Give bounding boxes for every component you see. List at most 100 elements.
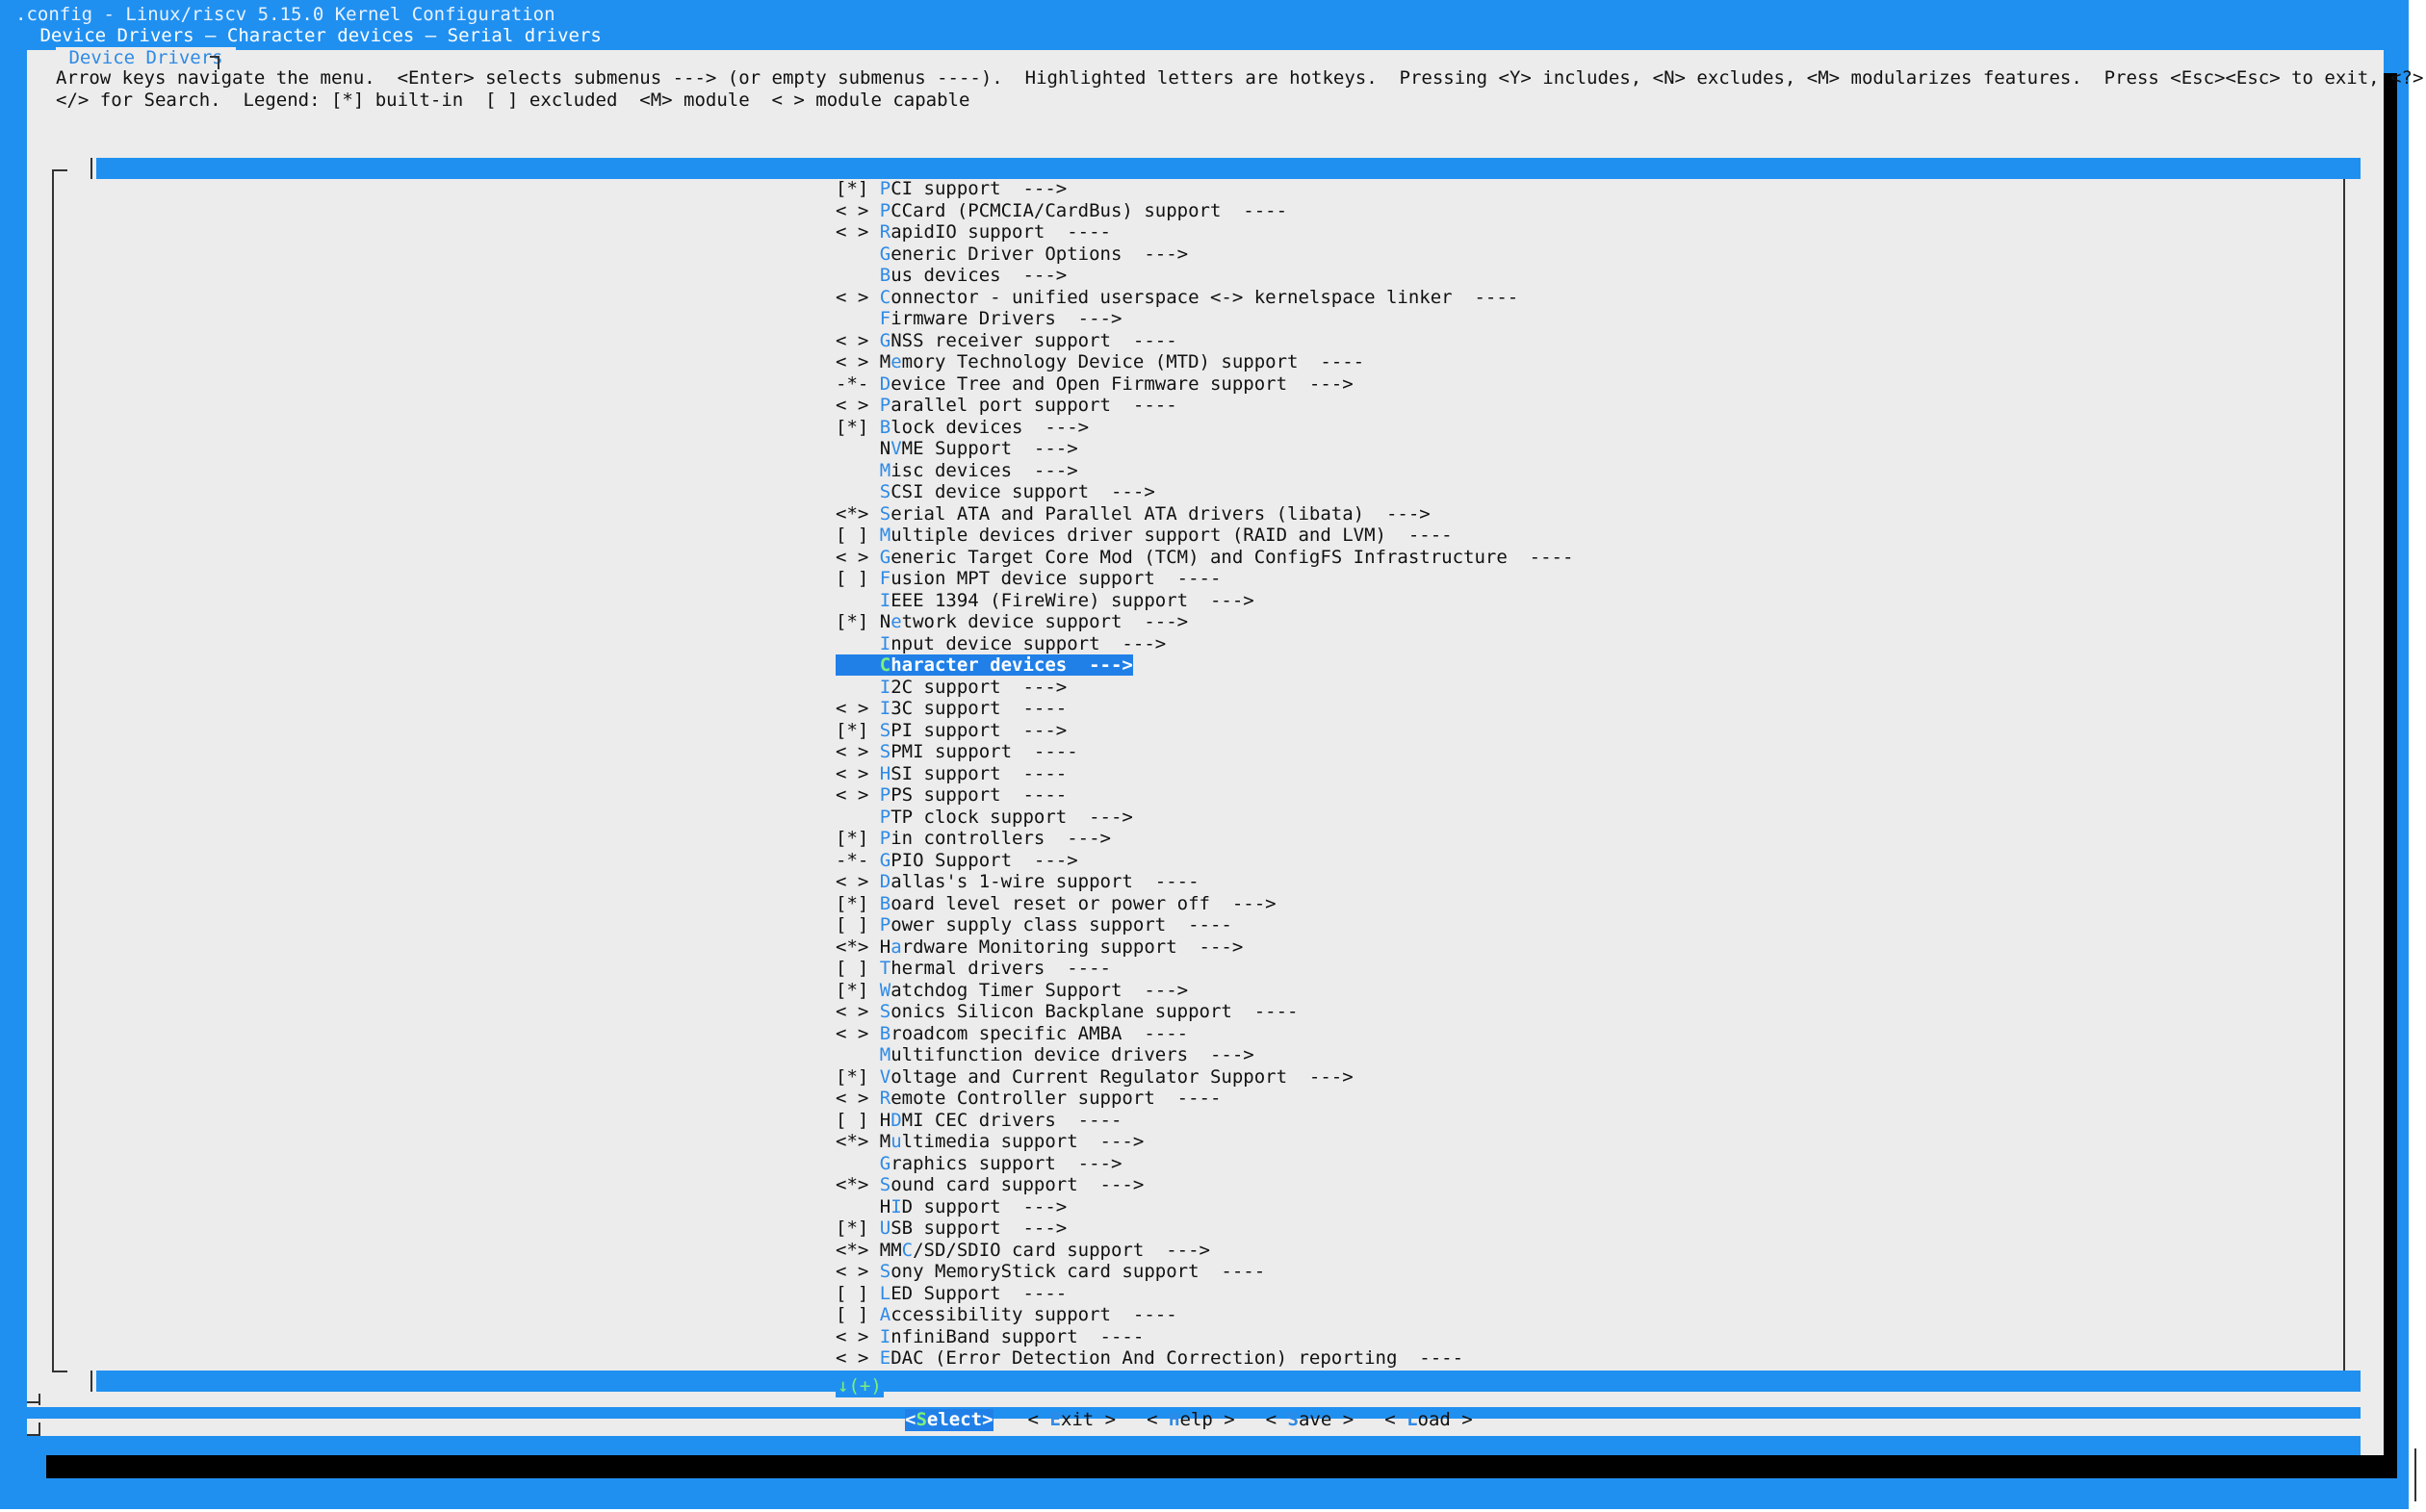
menu-item[interactable]: Misc devices ---> bbox=[836, 460, 1573, 482]
menu-item[interactable]: < > Broadcom specific AMBA ---- bbox=[836, 1023, 1573, 1045]
menu-item[interactable]: < > Connector - unified userspace <-> ke… bbox=[836, 287, 1573, 309]
menu-item[interactable]: SCSI device support ---> bbox=[836, 481, 1573, 503]
menu-item[interactable]: < > Remote Controller support ---- bbox=[836, 1088, 1573, 1110]
select-button[interactable]: <Select> bbox=[905, 1409, 994, 1431]
scroll-more-indicator[interactable]: ↓(+) bbox=[836, 1375, 884, 1397]
menu-item[interactable]: Graphics support ---> bbox=[836, 1153, 1573, 1175]
menu-item-prefix: N bbox=[836, 438, 891, 459]
menu-item-hotkey: S bbox=[879, 741, 891, 762]
menu-item[interactable]: < > Sony MemoryStick card support ---- bbox=[836, 1261, 1573, 1283]
menu-item[interactable]: IEEE 1394 (FireWire) support ---> bbox=[836, 590, 1573, 612]
menu-item-text: eneric Target Core Mod (TCM) and ConfigF… bbox=[890, 546, 1574, 568]
menu-item-hotkey: U bbox=[879, 1217, 891, 1239]
menu-item[interactable]: [ ] Fusion MPT device support ---- bbox=[836, 568, 1573, 590]
menu-item-prefix: [*] bbox=[836, 1217, 880, 1239]
menu-item[interactable]: Character devices ---> bbox=[836, 654, 1573, 677]
menu-item[interactable]: Generic Driver Options ---> bbox=[836, 243, 1573, 266]
menu-item[interactable]: < > Generic Target Core Mod (TCM) and Co… bbox=[836, 547, 1573, 569]
menu-item-prefix: [*] N bbox=[836, 611, 891, 632]
menu-item-prefix: < > bbox=[836, 871, 880, 892]
menu-item[interactable]: [ ] Multiple devices driver support (RAI… bbox=[836, 525, 1573, 547]
menu-item[interactable]: PTP clock support ---> bbox=[836, 807, 1573, 829]
menu-item-text: PS support ---- bbox=[890, 784, 1068, 806]
menu-item[interactable]: [*] Board level reset or power off ---> bbox=[836, 893, 1573, 915]
menu-item-text: ltimedia support ---> bbox=[901, 1131, 1145, 1152]
menu-item-hotkey: M bbox=[879, 459, 891, 481]
menu-item-prefix: -*- bbox=[836, 849, 880, 871]
breadcrumb: Device Drivers — Character devices — Ser… bbox=[29, 25, 602, 46]
menu-item[interactable]: Input device support ---> bbox=[836, 633, 1573, 655]
menu-item[interactable]: < > Dallas's 1-wire support ---- bbox=[836, 871, 1573, 893]
menu-item-label: < > Generic Target Core Mod (TCM) and Co… bbox=[836, 547, 1573, 568]
menu-item-text: allas's 1-wire support ---- bbox=[890, 871, 1200, 892]
menu-item[interactable]: <*> Sound card support ---> bbox=[836, 1174, 1573, 1196]
menu-item[interactable]: NVME Support ---> bbox=[836, 438, 1573, 460]
menu-item-prefix: < > bbox=[836, 1088, 880, 1109]
menu-item[interactable]: < > GNSS receiver support ---- bbox=[836, 330, 1573, 352]
menu-item[interactable]: Firmware Drivers ---> bbox=[836, 308, 1573, 330]
menu-item[interactable]: < > RapidIO support ---- bbox=[836, 221, 1573, 243]
menu-item[interactable]: [*] Watchdog Timer Support ---> bbox=[836, 980, 1573, 1002]
menu-item[interactable]: [ ] Accessibility support ---- bbox=[836, 1304, 1573, 1326]
menu-item[interactable]: -*- Device Tree and Open Firmware suppor… bbox=[836, 373, 1573, 396]
menu-item-prefix: [ ] bbox=[836, 914, 880, 935]
exit-button[interactable]: < Exit > bbox=[1028, 1409, 1117, 1431]
menu-item[interactable]: < > I3C support ---- bbox=[836, 698, 1573, 720]
menu-item-prefix bbox=[836, 590, 880, 611]
menu-item[interactable]: < > SPMI support ---- bbox=[836, 741, 1573, 763]
menu-item[interactable]: [*] Block devices ---> bbox=[836, 417, 1573, 439]
menu-item-label: Multifunction device drivers ---> bbox=[836, 1044, 1254, 1065]
menu-item[interactable]: < > InfiniBand support ---- bbox=[836, 1326, 1573, 1348]
menu-item[interactable]: < > Memory Technology Device (MTD) suppo… bbox=[836, 351, 1573, 373]
menu-item-text: lock devices ---> bbox=[890, 416, 1090, 438]
menu-item[interactable]: [*] Pin controllers ---> bbox=[836, 828, 1573, 850]
menu-item[interactable]: [ ] HDMI CEC drivers ---- bbox=[836, 1110, 1573, 1132]
menu-item[interactable]: < > Sonics Silicon Backplane support ---… bbox=[836, 1001, 1573, 1023]
menu-item[interactable]: HID support ---> bbox=[836, 1196, 1573, 1218]
menu-item-label: < > Sonics Silicon Backplane support ---… bbox=[836, 1001, 1298, 1022]
menu-item-hotkey: M bbox=[879, 1044, 891, 1065]
menu-item-prefix: < > bbox=[836, 741, 880, 762]
menu-item[interactable]: < > PPS support ---- bbox=[836, 784, 1573, 807]
menu-item-label: < > PPS support ---- bbox=[836, 784, 1067, 806]
menu-item-label: [ ] LED Support ---- bbox=[836, 1283, 1067, 1304]
menu-item-hotkey: B bbox=[879, 265, 891, 286]
menu-item[interactable]: [*] Voltage and Current Regulator Suppor… bbox=[836, 1066, 1573, 1089]
menu-item-hotkey: B bbox=[879, 416, 891, 438]
menu-item-label: [*] Board level reset or power off ---> bbox=[836, 893, 1277, 914]
menu-item-label: [*] Voltage and Current Regulator Suppor… bbox=[836, 1066, 1354, 1088]
menu-item-label: < > Sony MemoryStick card support ---- bbox=[836, 1261, 1265, 1282]
menu-item[interactable]: [ ] Thermal drivers ---- bbox=[836, 958, 1573, 980]
menu-item[interactable]: [ ] LED Support ---- bbox=[836, 1283, 1573, 1305]
menu-item[interactable]: I2C support ---> bbox=[836, 677, 1573, 699]
menu-item-hotkey: S bbox=[879, 502, 891, 525]
dialog-bottom-band bbox=[27, 1436, 2361, 1455]
menu-item[interactable]: < > PCCard (PCMCIA/CardBus) support ---- bbox=[836, 200, 1573, 222]
menu-item[interactable]: < > EDAC (Error Detection And Correction… bbox=[836, 1347, 1573, 1370]
menu-item[interactable]: Bus devices ---> bbox=[836, 265, 1573, 287]
menu-item-text: NSS receiver support ---- bbox=[890, 329, 1177, 351]
menu-item[interactable]: < > HSI support ---- bbox=[836, 763, 1573, 785]
menu-item[interactable]: < > Parallel port support ---- bbox=[836, 395, 1573, 417]
menu-item[interactable]: [*] Network device support ---> bbox=[836, 611, 1573, 633]
menu-item[interactable]: <*> MMC/SD/SDIO card support ---> bbox=[836, 1240, 1573, 1262]
menu-item-hotkey: P bbox=[879, 178, 891, 199]
menu-item-label: < > Parallel port support ---- bbox=[836, 395, 1177, 416]
menu-item[interactable]: Multifunction device drivers ---> bbox=[836, 1044, 1573, 1066]
menu-item[interactable]: -*- GPIO Support ---> bbox=[836, 850, 1573, 872]
menu-item-label: [*] Watchdog Timer Support ---> bbox=[836, 980, 1188, 1001]
menu-item-prefix bbox=[836, 1044, 880, 1065]
menu-item[interactable]: [ ] Power supply class support ---- bbox=[836, 914, 1573, 936]
load-button[interactable]: < Load > bbox=[1384, 1409, 1473, 1431]
help-button[interactable]: < Help > bbox=[1147, 1409, 1235, 1431]
menu-item[interactable]: <*> Hardware Monitoring support ---> bbox=[836, 936, 1573, 959]
menu-box-top-left-corner bbox=[52, 169, 67, 171]
menu-item[interactable]: <*> Serial ATA and Parallel ATA drivers … bbox=[836, 503, 1573, 525]
menu-item-hotkey: P bbox=[879, 395, 891, 416]
menu-item[interactable]: [*] PCI support ---> bbox=[836, 178, 1573, 200]
menu-item[interactable]: [*] SPI support ---> bbox=[836, 720, 1573, 742]
menu-item[interactable]: <*> Multimedia support ---> bbox=[836, 1131, 1573, 1153]
menu-item[interactable]: [*] USB support ---> bbox=[836, 1217, 1573, 1240]
save-button[interactable]: < Save > bbox=[1266, 1409, 1355, 1431]
menu-item-hotkey: G bbox=[879, 243, 891, 265]
